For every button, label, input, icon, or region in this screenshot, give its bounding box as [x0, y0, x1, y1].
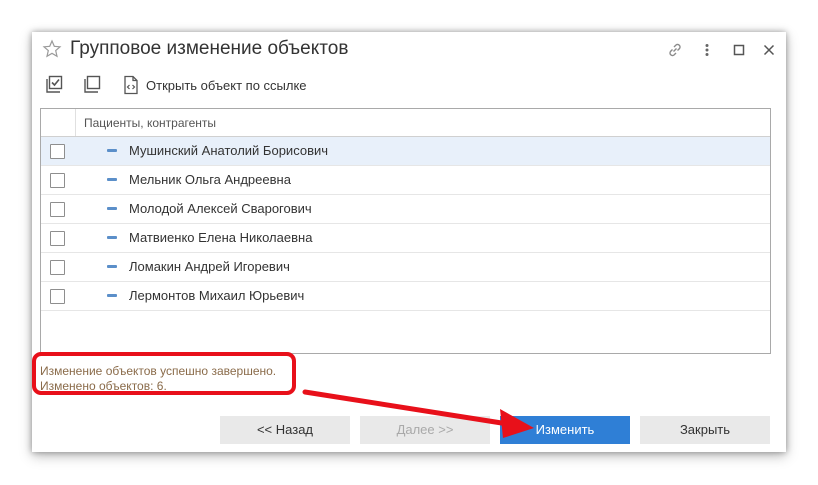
row-checkbox[interactable] — [50, 289, 65, 304]
item-marker-icon — [107, 294, 117, 297]
row-checkbox[interactable] — [50, 173, 65, 188]
row-name: Ломакин Андрей Игоревич — [129, 259, 290, 274]
check-all-icon[interactable] — [42, 74, 64, 96]
dialog-title: Групповое изменение объектов — [70, 38, 349, 59]
objects-table: Пациенты, контрагенты Мушинский Анатолий… — [40, 108, 771, 354]
close-icon[interactable] — [760, 41, 778, 59]
column-separator — [75, 109, 76, 136]
back-button[interactable]: << Назад — [220, 416, 350, 444]
row-name: Мушинский Анатолий Борисович — [129, 143, 329, 158]
row-name: Лермонтов Михаил Юрьевич — [129, 288, 305, 303]
toolbar: Открыть объект по ссылке — [32, 70, 786, 100]
more-menu-icon[interactable] — [698, 41, 716, 59]
row-checkbox[interactable] — [50, 202, 65, 217]
table-header: Пациенты, контрагенты — [41, 109, 770, 137]
row-name: Молодой Алексей Сварогович — [129, 201, 312, 216]
uncheck-all-icon[interactable] — [80, 74, 102, 96]
next-button[interactable]: Далее >> — [360, 416, 490, 444]
open-by-link-icon[interactable] — [120, 74, 142, 96]
table-row[interactable]: Ломакин Андрей Игоревич — [41, 253, 770, 282]
row-checkbox[interactable] — [50, 260, 65, 275]
item-marker-icon — [107, 236, 117, 239]
table-row[interactable]: Мельник Ольга Андреевна — [41, 166, 770, 195]
table-row[interactable]: Матвиенко Елена Николаевна — [41, 224, 770, 253]
favorite-star-icon[interactable] — [42, 39, 62, 59]
link-icon[interactable] — [666, 41, 684, 59]
open-by-link-label[interactable]: Открыть объект по ссылке — [146, 78, 307, 93]
table-row[interactable]: Лермонтов Михаил Юрьевич — [41, 282, 770, 311]
item-marker-icon — [107, 207, 117, 210]
row-name: Мельник Ольга Андреевна — [129, 172, 291, 187]
item-marker-icon — [107, 178, 117, 181]
column-header-label[interactable]: Пациенты, контрагенты — [84, 116, 216, 130]
table-row[interactable]: Мушинский Анатолий Борисович — [41, 137, 770, 166]
item-marker-icon — [107, 265, 117, 268]
table-row[interactable]: Молодой Алексей Сварогович — [41, 195, 770, 224]
row-checkbox[interactable] — [50, 231, 65, 246]
change-button[interactable]: Изменить — [500, 416, 630, 444]
item-marker-icon — [107, 149, 117, 152]
maximize-icon[interactable] — [730, 41, 748, 59]
group-edit-dialog: Групповое изменение объектов Открыть объ… — [32, 32, 786, 452]
title-bar: Групповое изменение объектов — [32, 32, 786, 68]
row-name: Матвиенко Елена Николаевна — [129, 230, 313, 245]
annotation-highlight-box — [32, 352, 296, 395]
row-checkbox[interactable] — [50, 144, 65, 159]
close-button[interactable]: Закрыть — [640, 416, 770, 444]
